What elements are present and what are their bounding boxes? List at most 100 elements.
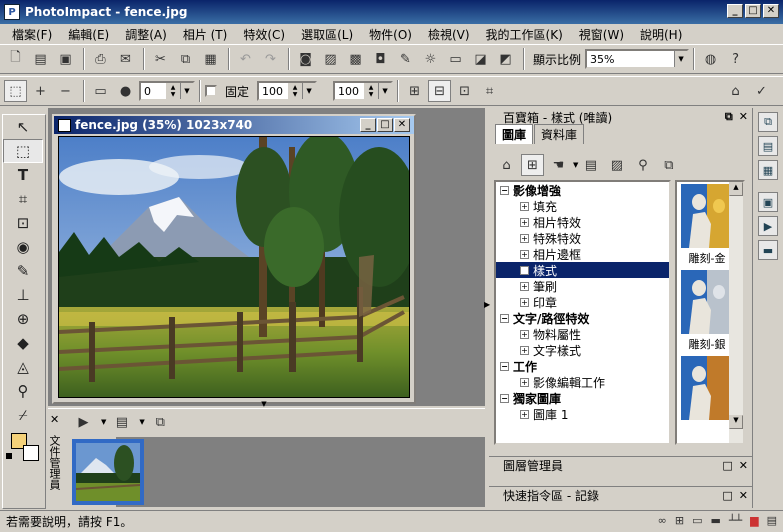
expand-icon[interactable]: +	[520, 297, 529, 307]
view-mode-icon[interactable]: ▤	[110, 411, 133, 433]
pick-tool-icon[interactable]: ↖	[3, 115, 43, 139]
web-icon[interactable]: ◪	[469, 48, 492, 70]
app-icon[interactable]: P	[4, 4, 20, 20]
home-icon[interactable]: ⌂	[724, 80, 747, 102]
value-stepper[interactable]: 0 ▲ ▼ ▼	[139, 81, 195, 101]
clone-tool-icon[interactable]: ⊕	[3, 307, 43, 331]
menu-object[interactable]: 物件(O)	[361, 26, 420, 43]
help-icon[interactable]: ?	[724, 48, 747, 70]
link-icon[interactable]: ∞	[658, 514, 667, 527]
magic-select-icon[interactable]: ⊟	[428, 80, 452, 102]
eraser-tool-icon[interactable]: ◆	[3, 331, 43, 355]
doc-minimize-button[interactable]: _	[360, 118, 376, 132]
expand-icon[interactable]: +	[520, 329, 529, 339]
expand-arrow-icon[interactable]: ▶	[484, 300, 490, 309]
shape-icon[interactable]: ▭	[89, 80, 112, 102]
print-icon[interactable]: ⎙	[89, 48, 112, 70]
tree-group-enhance[interactable]: − 影像增強	[496, 182, 669, 198]
subtract-icon[interactable]: −	[54, 80, 77, 102]
restore-icon[interactable]: □	[722, 489, 732, 502]
collapse-arrow-icon[interactable]: ▼	[258, 401, 270, 408]
menu-selection[interactable]: 選取區(L)	[293, 26, 361, 43]
zoom-tool-icon[interactable]: ⚲	[3, 379, 43, 403]
zoom-select-icon[interactable]: ⊡	[453, 80, 476, 102]
collapse-icon[interactable]: −	[500, 361, 509, 371]
maximize-button[interactable]: □	[745, 4, 761, 18]
close-icon[interactable]: ✕	[739, 110, 748, 124]
style-preview-item[interactable]	[681, 356, 733, 440]
style-preview-item[interactable]: 雕刻-銀	[681, 270, 733, 354]
chevron-down-icon[interactable]: ▼	[302, 83, 316, 99]
brightness-icon[interactable]: ☼	[419, 48, 442, 70]
duplicate-icon[interactable]: ⧉	[657, 154, 680, 176]
collapse-icon[interactable]: −	[500, 393, 509, 403]
expand-icon[interactable]: +	[520, 409, 529, 419]
camera-icon[interactable]: ◙	[294, 48, 317, 70]
tone-dock-icon[interactable]: ▬	[758, 240, 778, 260]
spin-icon[interactable]: ▲ ▼	[364, 83, 379, 99]
chevron-down-icon[interactable]: ▼	[378, 83, 392, 99]
tree-item-photo-effects[interactable]: + 相片特效	[496, 214, 669, 230]
color-palette-icon[interactable]: ▆	[750, 514, 758, 527]
expand-icon[interactable]: +	[520, 345, 529, 355]
crop-icon[interactable]: ⌗	[478, 80, 501, 102]
soft-edge-icon[interactable]: ●	[114, 80, 137, 102]
tree-item-brushes[interactable]: + 筆刷	[496, 278, 669, 294]
tree-group-text-path[interactable]: − 文字/路徑特效	[496, 310, 669, 326]
easy-palette-dock-icon[interactable]: ⧉	[758, 112, 778, 132]
home-icon[interactable]: ⌂	[495, 154, 518, 176]
properties-icon[interactable]: ▤	[579, 154, 602, 176]
fill-tool-icon[interactable]: ◬	[3, 355, 43, 379]
menu-workspace[interactable]: 我的工作區(K)	[478, 26, 571, 43]
save-icon[interactable]: ▣	[54, 48, 77, 70]
restore-icon[interactable]: ⧉	[725, 110, 733, 124]
close-icon[interactable]: ✕	[50, 413, 59, 426]
expand-icon[interactable]: +	[520, 249, 529, 259]
expand-icon[interactable]: +	[520, 265, 529, 275]
tree-item-photo-frames[interactable]: + 相片邊框	[496, 246, 669, 262]
chevron-down-icon[interactable]: ▼	[101, 418, 106, 426]
paint-icon[interactable]: ✎	[394, 48, 417, 70]
duplicate-icon[interactable]: ⧉	[149, 411, 172, 433]
background-color-swatch[interactable]	[23, 445, 39, 461]
document-window[interactable]: fence.jpg (35%) 1023x740 _ □ ✕	[52, 114, 416, 404]
menu-edit[interactable]: 編輯(E)	[60, 26, 117, 43]
height-stepper[interactable]: 100 ▲ ▼ ▼	[333, 81, 394, 101]
tree-item-gallery-1[interactable]: + 圖庫 1	[496, 406, 669, 422]
tree-group-exclusive-gallery[interactable]: − 獨家圖庫	[496, 390, 669, 406]
collapse-icon[interactable]: −	[500, 185, 509, 195]
search-icon[interactable]: ⚲	[631, 154, 654, 176]
redeye-tool-icon[interactable]: ◉	[3, 235, 43, 259]
image-icon[interactable]: ▨	[319, 48, 342, 70]
picture-icon[interactable]: ▭	[444, 48, 467, 70]
hand-icon[interactable]: ☚	[547, 154, 570, 176]
ruler-icon[interactable]: ┴┴	[729, 514, 742, 527]
quick-command-header[interactable]: 快速指令區 - 記錄 □ ✕	[489, 486, 752, 504]
expand-icon[interactable]: +	[520, 233, 529, 243]
chevron-down-icon[interactable]: ▼	[180, 83, 193, 99]
select-mode-icon[interactable]: ⊞	[403, 80, 426, 102]
tree-view-icon[interactable]: ⊞	[521, 154, 544, 176]
layer-manager-header[interactable]: 圖層管理員 □ ✕	[489, 456, 752, 474]
play-icon[interactable]: ▶	[72, 411, 95, 433]
expand-icon[interactable]: +	[520, 377, 529, 387]
export-icon[interactable]: ◩	[494, 48, 517, 70]
copy-icon[interactable]: ⧉	[174, 48, 197, 70]
tree-item-image-editing-tasks[interactable]: + 影像編輯工作	[496, 374, 669, 390]
redo-icon[interactable]: ↷	[259, 48, 282, 70]
scan-icon[interactable]: ◘	[369, 48, 392, 70]
spin-icon[interactable]: ▲ ▼	[288, 83, 303, 99]
tree-item-special-effects[interactable]: + 特殊特效	[496, 230, 669, 246]
close-button[interactable]: ✕	[763, 4, 779, 18]
tree-item-material[interactable]: + 物料屬性	[496, 326, 669, 342]
zoom-combo[interactable]: 35% ▼	[585, 49, 690, 69]
text-tool-icon[interactable]: T	[3, 163, 43, 187]
close-icon[interactable]: ✕	[739, 489, 748, 502]
print-preview-icon[interactable]: ▩	[344, 48, 367, 70]
standard-selection-tool-icon[interactable]: ⬚	[3, 139, 43, 163]
attributes-dock-icon[interactable]: ▦	[758, 160, 778, 180]
new-file-icon[interactable]: 🗋	[4, 48, 27, 70]
memory-icon[interactable]: ▬	[710, 514, 720, 527]
globe-icon[interactable]: ◍	[699, 48, 722, 70]
menu-file[interactable]: 檔案(F)	[4, 26, 60, 43]
